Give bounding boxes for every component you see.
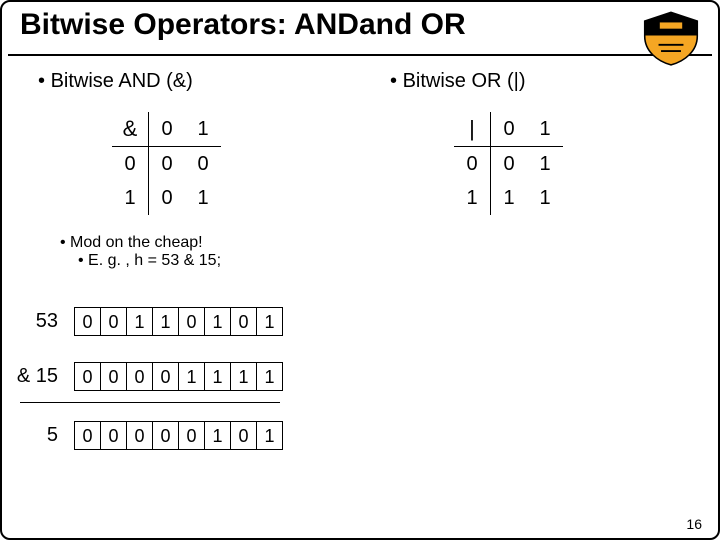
- and-col-1: 1: [185, 112, 221, 147]
- bit-cell: 0: [101, 363, 127, 391]
- example-row3-label: 5: [10, 424, 58, 447]
- bit-cell: 0: [179, 422, 205, 450]
- and-row-0-label: 0: [112, 147, 149, 182]
- slide: Bitwise Operators: ANDand OR Bitwise AND…: [0, 0, 720, 540]
- or-row-1-label: 1: [454, 181, 491, 215]
- or-symbol: |: [454, 112, 491, 147]
- bit-cell: 0: [75, 363, 101, 391]
- bit-cell: 0: [101, 308, 127, 336]
- bit-cell: 1: [231, 363, 257, 391]
- bit-cell: 0: [153, 422, 179, 450]
- mod-line2: E. g. , h = 53 & 15;: [78, 252, 221, 270]
- bit-cell: 0: [75, 422, 101, 450]
- example-row1-label: 53: [10, 310, 58, 333]
- and-cell-00: 0: [149, 147, 186, 182]
- and-col-0: 0: [149, 112, 186, 147]
- bit-cell: 1: [205, 422, 231, 450]
- or-row-0-label: 0: [454, 147, 491, 182]
- or-cell-00: 0: [491, 147, 528, 182]
- truth-table-or: | 0 1 0 0 1 1 1 1: [454, 112, 563, 215]
- title-rule: [8, 54, 712, 56]
- slide-title: Bitwise Operators: ANDand OR: [20, 8, 466, 42]
- bullet-or-heading: Bitwise OR (|): [390, 70, 526, 93]
- bit-cell: 0: [127, 363, 153, 391]
- bit-cell: 1: [205, 363, 231, 391]
- or-col-1: 1: [527, 112, 563, 147]
- example-row2: 0 0 0 0 1 1 1 1: [74, 362, 283, 391]
- bit-cell: 1: [179, 363, 205, 391]
- mod-line1: Mod on the cheap!: [60, 234, 221, 252]
- bit-cell: 1: [257, 308, 283, 336]
- princeton-crest-icon: [638, 10, 704, 66]
- or-col-0: 0: [491, 112, 528, 147]
- and-cell-10: 0: [149, 181, 186, 215]
- bit-cell: 1: [153, 308, 179, 336]
- bit-cell: 1: [257, 422, 283, 450]
- and-cell-01: 0: [185, 147, 221, 182]
- or-cell-11: 1: [527, 181, 563, 215]
- bit-cell: 0: [153, 363, 179, 391]
- bit-cell: 0: [179, 308, 205, 336]
- bullet-and-heading: Bitwise AND (&): [38, 70, 193, 93]
- bit-cell: 0: [231, 422, 257, 450]
- example-row1: 0 0 1 1 0 1 0 1: [74, 307, 283, 336]
- page-number: 16: [686, 516, 702, 532]
- bit-cell: 1: [257, 363, 283, 391]
- bit-cell: 0: [75, 308, 101, 336]
- and-row-1-label: 1: [112, 181, 149, 215]
- bit-cell: 0: [101, 422, 127, 450]
- bit-cell: 1: [205, 308, 231, 336]
- truth-table-and: & 0 1 0 0 0 1 0 1: [112, 112, 221, 215]
- or-cell-01: 1: [527, 147, 563, 182]
- and-symbol: &: [112, 112, 149, 147]
- bit-cell: 0: [127, 422, 153, 450]
- example-row2-label: & 15: [10, 365, 58, 388]
- example-separator: [20, 402, 280, 403]
- and-cell-11: 1: [185, 181, 221, 215]
- or-cell-10: 1: [491, 181, 528, 215]
- bit-cell: 1: [127, 308, 153, 336]
- example-row3: 0 0 0 0 0 1 0 1: [74, 421, 283, 450]
- bullet-mod: Mod on the cheap! E. g. , h = 53 & 15;: [60, 234, 221, 270]
- bit-cell: 0: [231, 308, 257, 336]
